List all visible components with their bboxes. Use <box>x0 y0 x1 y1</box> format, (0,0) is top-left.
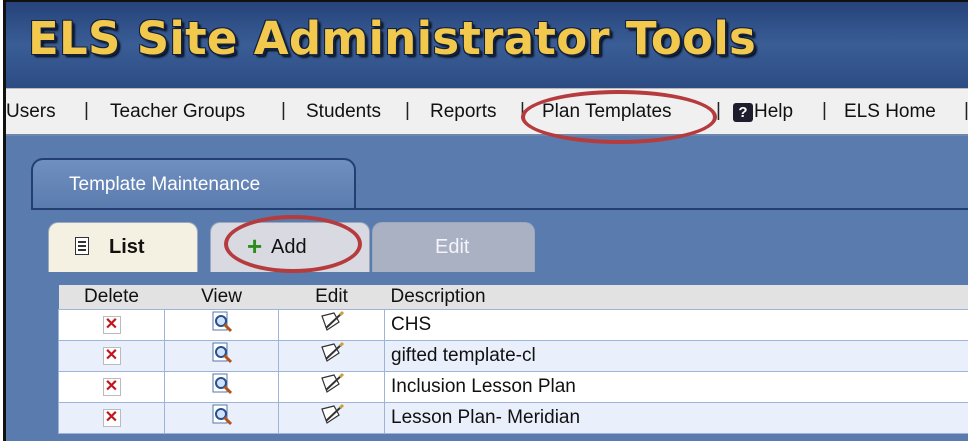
table-row: ✕ Inclusion Lesson Plan <box>58 371 968 403</box>
template-description[interactable]: Inclusion Lesson Plan <box>384 371 968 403</box>
nav-reports-link[interactable]: Reports <box>430 101 497 123</box>
template-description[interactable]: CHS <box>384 309 968 341</box>
subtab-list-label: List <box>109 236 145 258</box>
delete-icon[interactable]: ✕ <box>102 377 121 396</box>
nav-separator: | <box>405 100 410 121</box>
template-description[interactable]: gifted template-cl <box>384 340 968 372</box>
help-icon[interactable]: ? <box>733 103 753 122</box>
app-title: ELS Site Administrator Tools <box>28 12 757 65</box>
template-description[interactable]: Lesson Plan- Meridian <box>384 402 968 434</box>
subtab-edit[interactable]: Edit <box>372 222 535 272</box>
pencil-icon[interactable] <box>319 310 345 340</box>
magnifier-icon[interactable] <box>211 404 233 432</box>
table-row: ✕ gifted template-cl <box>58 340 968 372</box>
column-header-edit: Edit <box>278 285 385 310</box>
subtab-list[interactable]: List <box>48 222 198 272</box>
nav-els-home-link[interactable]: ELS Home <box>844 101 936 123</box>
magnifier-icon[interactable] <box>211 311 233 339</box>
column-header-description: Description <box>384 285 968 310</box>
tab-template-maintenance-label: Template Maintenance <box>69 174 261 195</box>
pencil-icon[interactable] <box>319 403 345 433</box>
column-header-delete: Delete <box>58 285 165 310</box>
table-row: ✕ Lesson Plan- Meridian <box>58 402 968 434</box>
nav-users-link[interactable]: Users <box>6 101 56 123</box>
app-header: ELS Site Administrator Tools <box>6 2 968 88</box>
table-header-row: Delete View Edit Description <box>58 285 968 310</box>
magnifier-icon[interactable] <box>211 342 233 370</box>
add-tab-highlight <box>224 215 362 273</box>
admin-window: ELS Site Administrator Tools Users | Tea… <box>3 0 968 441</box>
delete-icon[interactable]: ✕ <box>102 408 121 427</box>
table-row: ✕ CHS <box>58 309 968 341</box>
nav-separator: | <box>84 100 89 121</box>
nav-students-link[interactable]: Students <box>306 101 381 123</box>
column-header-view: View <box>164 285 279 310</box>
tab-template-maintenance[interactable]: Template Maintenance <box>31 158 356 210</box>
nav-teacher-groups-link[interactable]: Teacher Groups <box>110 101 245 123</box>
templates-table: Delete View Edit Description ✕ CHS ✕ gif… <box>58 285 968 434</box>
nav-help-link[interactable]: Help <box>754 101 793 123</box>
nav-separator: | <box>281 100 286 121</box>
magnifier-icon[interactable] <box>211 373 233 401</box>
nav-separator: | <box>964 100 968 122</box>
delete-icon[interactable]: ✕ <box>102 346 121 365</box>
nav-separator: | <box>822 100 827 121</box>
pencil-icon[interactable] <box>319 341 345 371</box>
subtab-edit-label: Edit <box>435 236 470 258</box>
list-icon <box>75 237 89 255</box>
top-nav: Users | Teacher Groups | Students | Repo… <box>6 88 968 136</box>
plan-templates-highlight <box>521 90 717 144</box>
delete-icon[interactable]: ✕ <box>102 315 121 334</box>
pencil-icon[interactable] <box>319 372 345 402</box>
